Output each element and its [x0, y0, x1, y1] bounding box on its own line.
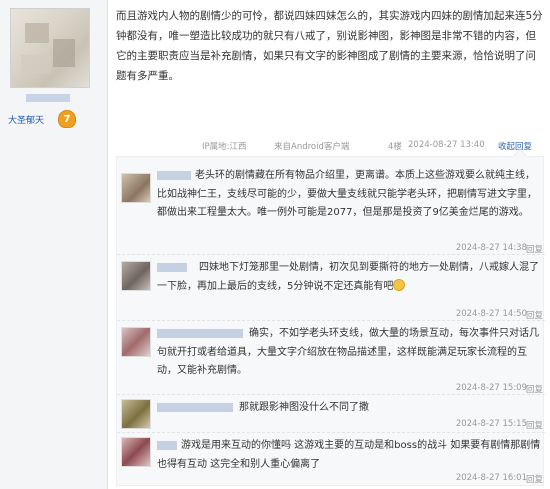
reply-button[interactable]: 回复 [526, 419, 543, 431]
reply-item: 确实，不如学老头环支线，做大量的场景互动，每次事件只对话几句就开打或者给道具，大… [117, 321, 545, 395]
post-time: 2024-08-27 13:40 [408, 140, 485, 150]
author-sidebar: 大圣郁天 7 [0, 0, 108, 489]
reply-avatar[interactable] [121, 437, 151, 467]
reply-time: 2024-8-27 16:01 [455, 473, 527, 483]
post-content: 而且游戏内人物的剧情少的可怜，都说四妹四妹怎么的，其实游戏内四妹的剧情加起来连5… [116, 10, 543, 82]
ip-location: IP属地:江西 [202, 142, 247, 152]
reply-item: 游戏是用来互动的你懂吗 这游戏主要的互动是和boss的战斗 如果要有剧情那剧情也… [117, 433, 545, 485]
reply-time: 2024-8-27 14:50 [455, 309, 527, 319]
reply-avatar[interactable] [121, 261, 151, 291]
reply-avatar[interactable] [121, 327, 151, 357]
reply-item: 那就跟影神图没什么不同了撒 2024-8-27 15:15 回复 [117, 395, 545, 433]
reply-button[interactable]: 回复 [526, 383, 543, 395]
floor-number: 4楼 [388, 142, 402, 152]
reply-button[interactable]: 回复 [526, 309, 543, 321]
author-avatar[interactable] [10, 8, 90, 88]
author-level-title: 大圣郁天 [8, 116, 45, 126]
reply-text-content: 四妹地下灯笼那里一处剧情，初次见到要撕符的地方一处剧情，八戒嫁人混了一下脸，再加… [157, 262, 539, 292]
reply-time: 2024-8-27 15:15 [455, 419, 527, 429]
reply-text: 确实，不如学老头环支线，做大量的场景互动，每次事件只对话几句就开打或者给道具，大… [157, 328, 539, 376]
post-footer: IP属地:江西 来自Android客户端 4楼 2024-08-27 13:40… [116, 140, 544, 154]
reply-item: 老头环的剧情藏在所有物品介绍里，更离谱。本质上这些游戏要么就纯主线，比如战神仁王… [117, 163, 545, 255]
reply-time: 2024-8-27 14:38 [455, 243, 527, 253]
reply-list: 老头环的剧情藏在所有物品介绍里，更离谱。本质上这些游戏要么就纯主线，比如战神仁王… [116, 148, 545, 486]
reply-avatar[interactable] [121, 399, 151, 429]
reply-time: 2024-8-27 15:09 [455, 383, 527, 393]
reply-button[interactable]: 回复 [526, 473, 543, 485]
grin-emoji-icon [393, 278, 406, 291]
reply-text: 游戏是用来互动的你懂吗 这游戏主要的互动是和boss的战斗 如果要有剧情那剧情也… [157, 440, 541, 470]
reply-item: 四妹地下灯笼那里一处剧情，初次见到要撕符的地方一处剧情，八戒嫁人混了一下脸，再加… [117, 255, 545, 321]
reply-text: 那就跟影神图没什么不同了撒 [239, 402, 369, 413]
reply-button[interactable]: 回复 [526, 243, 543, 255]
level-badge: 7 [58, 110, 76, 128]
collapse-replies-link[interactable]: 收起回复 [498, 140, 532, 152]
reply-text: 老头环的剧情藏在所有物品介绍里，更离谱。本质上这些游戏要么就纯主线，比如战神仁王… [157, 170, 537, 218]
reply-avatar[interactable] [121, 173, 151, 203]
client-source[interactable]: 来自Android客户端 [274, 140, 349, 152]
reply-text: 四妹地下灯笼那里一处剧情，初次见到要撕符的地方一处剧情，八戒嫁人混了一下脸，再加… [157, 259, 541, 296]
author-name-blurred[interactable] [26, 94, 70, 102]
